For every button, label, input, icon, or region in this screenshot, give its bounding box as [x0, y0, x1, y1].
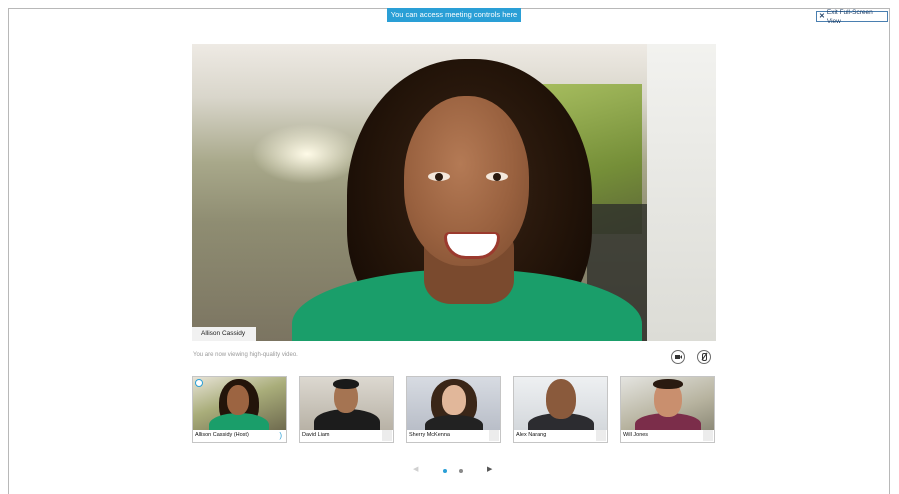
participant-tile[interactable]: Sherry McKenna [406, 376, 501, 443]
page-dot[interactable] [459, 469, 463, 473]
participant-name: Will Jones [622, 430, 703, 441]
chevron-right-icon[interactable]: ▶ [487, 465, 492, 473]
participant-name: Allison Cassidy (Host) [194, 430, 275, 441]
participant-tile[interactable]: Allison Cassidy (Host) ) [192, 376, 287, 443]
camera-button[interactable] [671, 350, 685, 364]
speaker-name-tag: Allison Cassidy [192, 327, 256, 341]
video-background [647, 44, 716, 341]
speaking-indicator-icon: ) [279, 431, 282, 440]
chevron-left-icon[interactable]: ◀ [413, 465, 418, 473]
meeting-controls-banner[interactable]: You can access meeting controls here [387, 8, 521, 22]
mic-muted-icon [701, 353, 707, 361]
exit-full-screen-button[interactable]: ✕ Exit Full-Screen View [816, 9, 888, 25]
camera-icon [674, 355, 682, 359]
quality-notice: You are now viewing high-quality video. [193, 352, 298, 358]
mute-button[interactable] [697, 350, 711, 364]
main-video[interactable]: Allison Cassidy [192, 44, 716, 341]
page-dot-active[interactable] [443, 469, 447, 473]
host-icon [195, 379, 203, 387]
participant-name: Alex Narang [515, 430, 596, 441]
participant-tile[interactable]: Will Jones [620, 376, 715, 443]
participant-name: David Liam [301, 430, 382, 441]
participant-name: Sherry McKenna [408, 430, 489, 441]
exit-full-screen-label: Exit Full-Screen View [826, 8, 873, 25]
participant-tile[interactable]: Alex Narang [513, 376, 608, 443]
participant-strip: Allison Cassidy (Host) ) David Liam Sher… [192, 376, 716, 444]
close-icon: ✕ [819, 13, 825, 20]
participant-tile[interactable]: David Liam [299, 376, 394, 443]
